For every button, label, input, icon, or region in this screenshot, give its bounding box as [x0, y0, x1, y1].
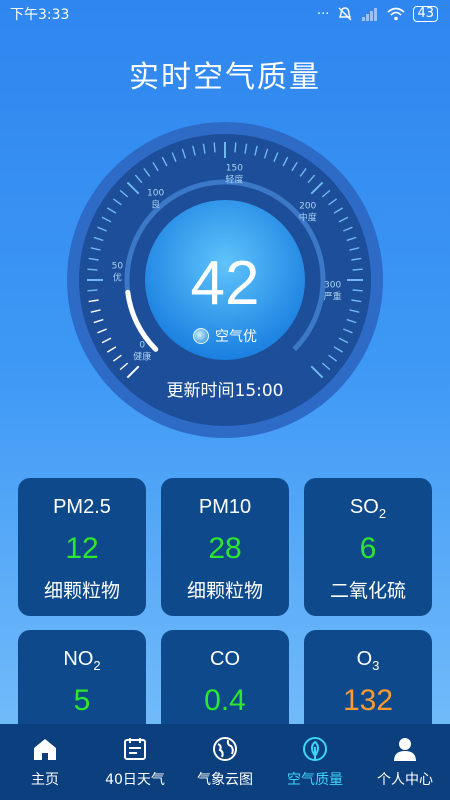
nav-label: 40日天气	[105, 772, 165, 788]
pollutant-value: 6	[359, 532, 377, 565]
status-icons: ··· 43	[317, 6, 438, 22]
update-time: 更新时间15:00	[166, 381, 284, 401]
pollutant-card-so2[interactable]: SO2 6 二氧化硫	[304, 478, 432, 616]
gauge-scale-label: 轻度	[225, 173, 243, 185]
nav-label: 空气质量	[287, 772, 343, 788]
gauge-scale-value: 150	[226, 163, 243, 173]
signal-icon	[362, 8, 378, 21]
aqi-level-label: 空气优	[215, 329, 257, 345]
mute-icon	[338, 7, 352, 21]
nav-item-home[interactable]: 主页	[0, 735, 90, 789]
globe-leaf-icon	[193, 328, 209, 344]
gauge-scale-label: 良	[151, 198, 160, 210]
pollutant-desc: 细颗粒物	[43, 580, 120, 602]
gauge-scale-value: 200	[299, 202, 316, 212]
person-icon	[394, 738, 416, 761]
globe-icon	[213, 737, 237, 761]
gauge-scale-label: 中度	[299, 212, 317, 224]
status-bar: 下午3:33 ··· 43	[0, 0, 450, 28]
notification-dots: ···	[317, 6, 330, 22]
nav-label: 主页	[31, 772, 59, 788]
nav-item-profile[interactable]: 个人中心	[360, 735, 450, 789]
pollutant-name: SO2	[349, 496, 387, 521]
pollutant-desc: 细颗粒物	[186, 580, 263, 602]
pollutant-name: PM10	[198, 496, 252, 518]
calendar-icon	[124, 738, 146, 760]
wifi-icon	[387, 7, 405, 21]
aqi-value: 42	[190, 249, 260, 318]
pollutant-card-pm10[interactable]: PM10 28 细颗粒物	[161, 478, 289, 616]
battery-icon: 43	[413, 6, 438, 22]
nav-label: 气象云图	[197, 772, 253, 788]
aqi-gauge: 0 健康 50 优 100 良 150 轻度 200 中度 300 严重 42 空气优 更新时间15:…	[65, 120, 385, 440]
pollutant-card-pm25[interactable]: PM2.5 12 细颗粒物	[18, 478, 146, 616]
bottom-nav: 主页 40日天气 气象云图 空气质量 个人中心	[0, 724, 450, 800]
nav-item-40-day[interactable]: 40日天气	[90, 735, 180, 789]
gauge-tick	[234, 142, 237, 153]
pollutant-desc: 二氧化硫	[329, 580, 406, 602]
nav-label: 个人中心	[377, 772, 433, 788]
pollutant-value: 132	[342, 684, 394, 717]
pollutant-name: O3	[356, 648, 380, 673]
pollutant-name: PM2.5	[53, 496, 111, 518]
pollutant-value: 12	[65, 532, 99, 565]
nav-item-air-quality[interactable]: 空气质量	[270, 735, 360, 789]
status-time: 下午3:33	[10, 7, 70, 23]
pollutant-value: 5	[73, 684, 91, 717]
page-title: 实时空气质量	[129, 60, 321, 95]
home-icon	[34, 739, 56, 760]
gauge-scale-label: 健康	[133, 350, 151, 362]
leaf-icon	[303, 737, 327, 761]
pollutant-value: 0.4	[204, 684, 246, 717]
pollutant-name: CO	[210, 648, 240, 670]
nav-item-cloud-map[interactable]: 气象云图	[180, 735, 270, 789]
gauge-tick	[213, 142, 216, 153]
pollutant-value: 28	[208, 532, 242, 565]
pollutant-name: NO2	[63, 648, 101, 673]
aqi-level-badge: 空气优	[65, 326, 385, 346]
gauge-scale-value: 100	[147, 188, 164, 198]
